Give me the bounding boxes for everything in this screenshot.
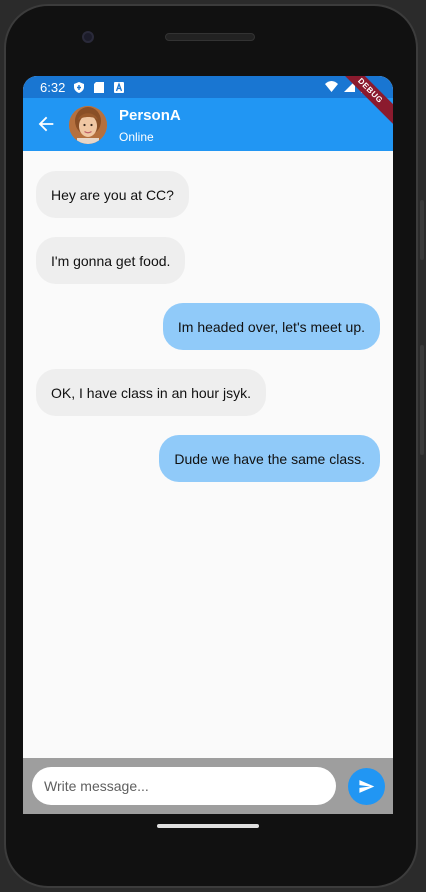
sd-card-icon	[94, 81, 105, 93]
message-bubble-incoming: I'm gonna get food.	[36, 237, 186, 284]
status-bar: 6:32	[23, 76, 393, 98]
status-time: 6:32	[40, 79, 66, 95]
message-bubble-incoming: OK, I have class in an hour jsyk.	[36, 369, 266, 416]
earpiece-speaker	[165, 33, 255, 41]
wifi-icon	[325, 81, 338, 92]
power-button	[420, 345, 424, 455]
shield-icon	[74, 81, 85, 93]
contact-photo	[69, 106, 107, 144]
a-badge-icon	[114, 81, 125, 93]
message-input[interactable]	[32, 767, 336, 805]
arrow-left-icon[interactable]	[35, 113, 57, 135]
front-camera	[82, 31, 94, 43]
volume-button	[420, 200, 424, 260]
message-bubble-incoming: Hey are you at CC?	[36, 171, 189, 218]
message-list[interactable]: Hey are you at CC? I'm gonna get food. I…	[23, 151, 393, 758]
home-gesture-bar[interactable]	[157, 824, 259, 828]
message-bubble-outgoing: Im headed over, let's meet up.	[162, 303, 380, 350]
contact-status: Online	[119, 130, 154, 144]
composer-bar	[23, 758, 393, 814]
send-icon	[359, 780, 375, 793]
avatar[interactable]	[69, 106, 107, 144]
send-button[interactable]	[348, 768, 385, 805]
contact-name: PersonA	[119, 107, 181, 124]
app-screen: 6:32 DEBUG PersonA Online Hey are you at…	[23, 76, 393, 814]
app-bar: PersonA Online	[23, 98, 393, 151]
message-bubble-outgoing: Dude we have the same class.	[159, 435, 380, 482]
